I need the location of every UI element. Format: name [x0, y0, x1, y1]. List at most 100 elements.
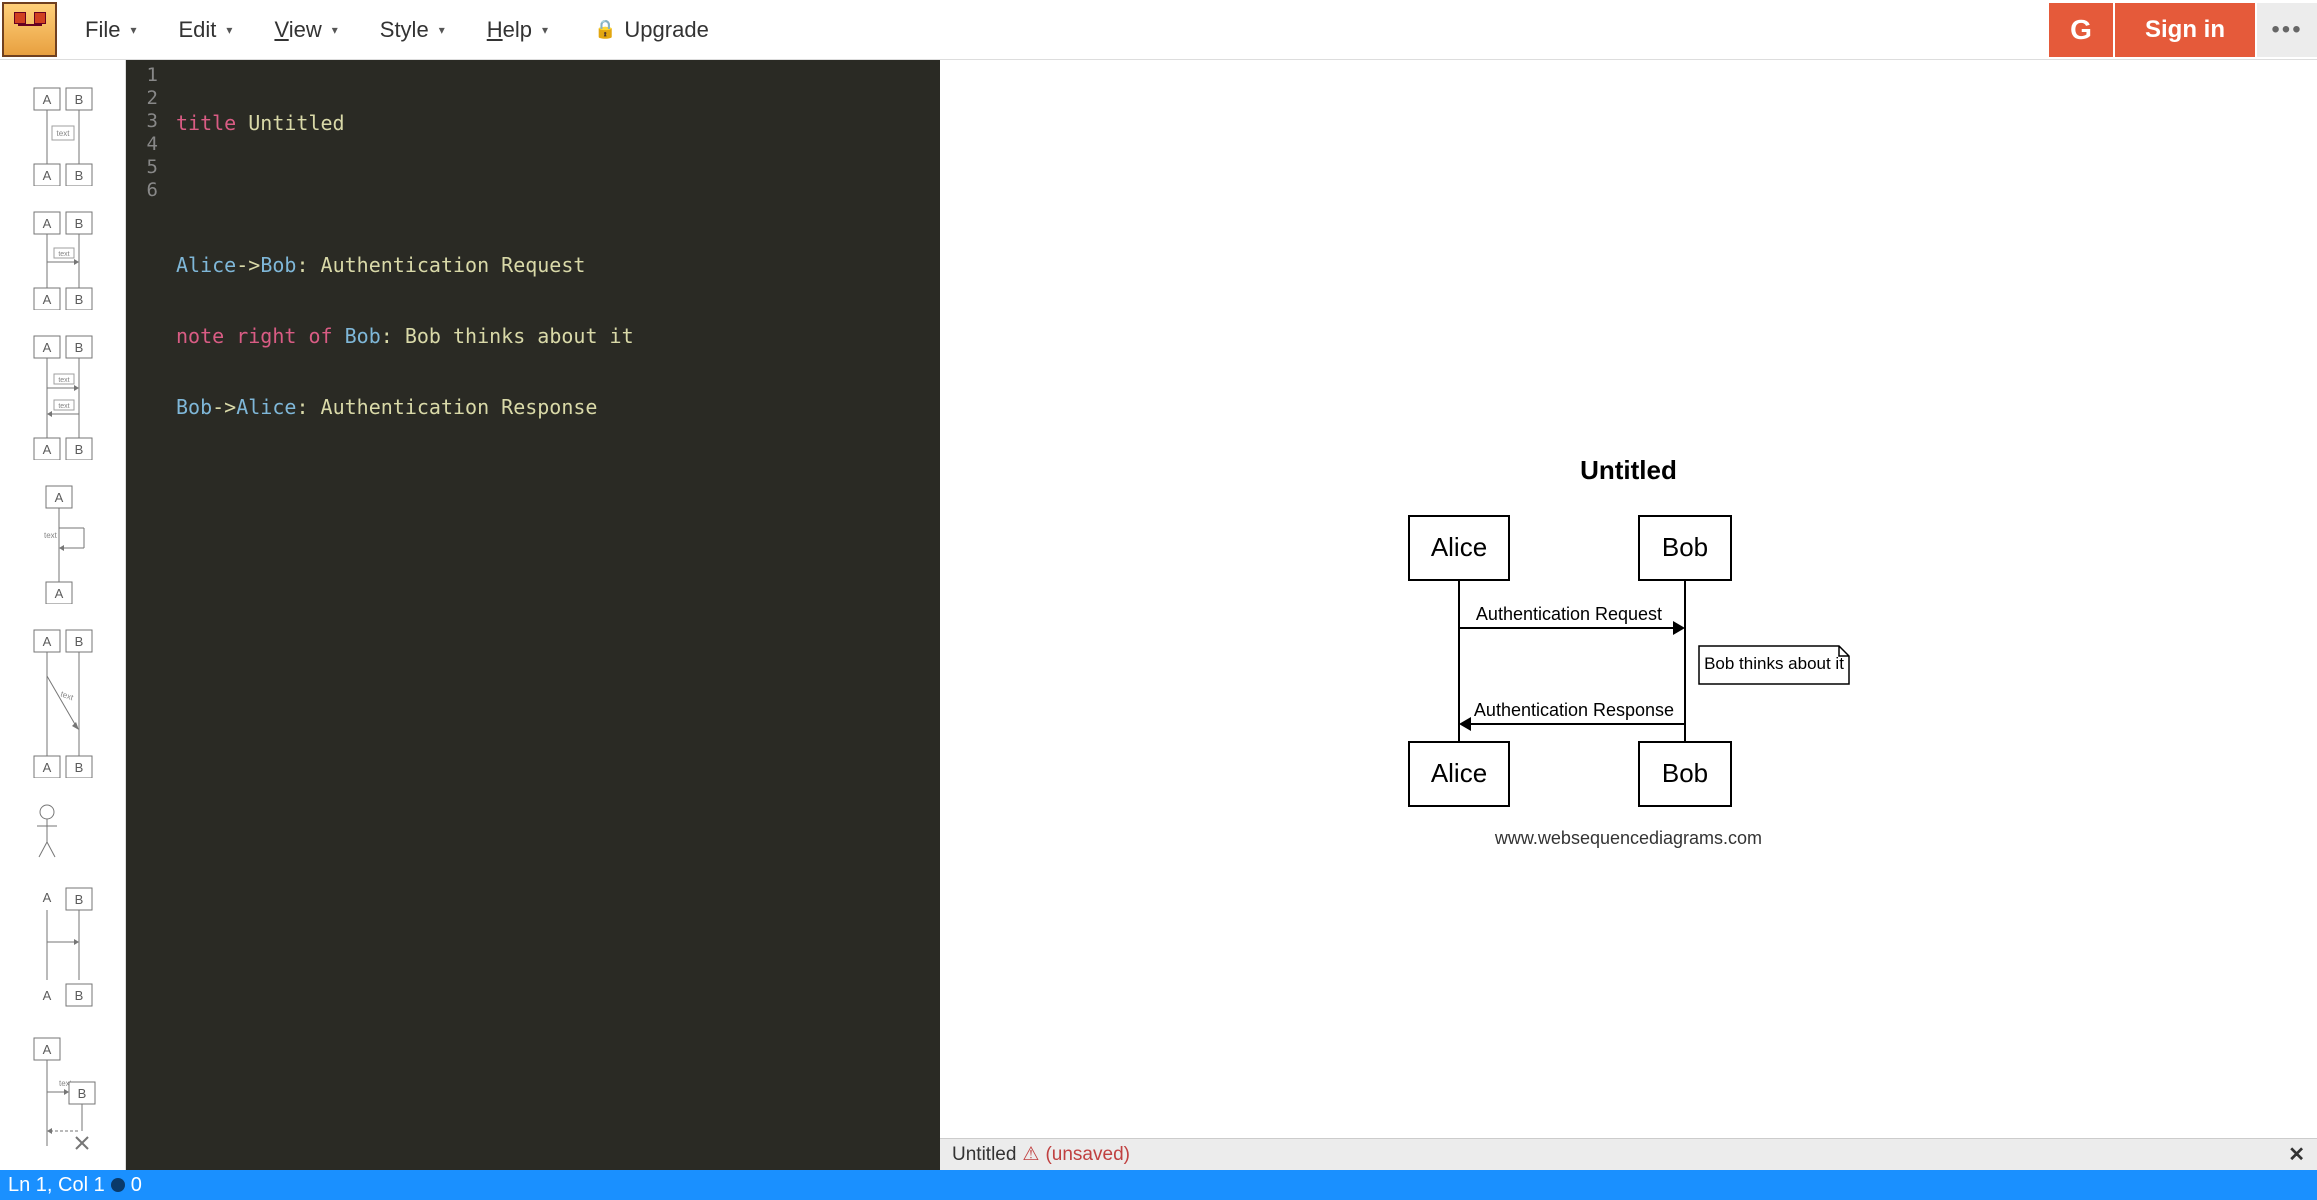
svg-text:A: A [54, 586, 63, 601]
msg2-label: Authentication Response [1473, 700, 1673, 720]
svg-text:A: A [42, 890, 51, 905]
svg-text:B: B [74, 892, 83, 907]
google-signin-button[interactable]: G [2049, 3, 2113, 57]
template-thumb-5[interactable]: A B text A B [24, 628, 102, 778]
code-editor[interactable]: 1 2 3 4 5 6 title Untitled Alice->Bob: A… [126, 60, 940, 1170]
menu-file-label: File [85, 17, 120, 43]
menu-help-label: Help [487, 17, 532, 43]
menubar: File ▾ Edit ▾ View ▾ Style ▾ Help ▾ 🔒 Up… [0, 0, 2317, 60]
svg-text:A: A [42, 988, 51, 1003]
sidebar[interactable]: A B text A B A B text A B [0, 60, 126, 1170]
diagram-footer: www.websequencediagrams.com [1399, 828, 1859, 849]
svg-text:A: A [42, 92, 51, 107]
menu-file[interactable]: File ▾ [79, 13, 142, 47]
svg-text:A: A [42, 1042, 51, 1057]
tok [176, 183, 940, 206]
caret-down-icon: ▾ [542, 23, 548, 37]
svg-text:B: B [74, 634, 83, 649]
caret-down-icon: ▾ [439, 23, 445, 37]
editor-content[interactable]: title Untitled Alice->Bob: Authenticatio… [166, 60, 940, 1170]
tok: Bob [176, 395, 212, 419]
preview-statusbar: Untitled ⚠ (unsaved) ✕ [940, 1138, 2317, 1170]
menu-edit-label: Edit [178, 17, 216, 43]
svg-text:text: text [56, 129, 70, 138]
menu-style[interactable]: Style ▾ [374, 13, 451, 47]
tok: Authentication Request [321, 253, 586, 277]
menu-view-label: View [274, 17, 321, 43]
svg-text:A: A [42, 168, 51, 183]
menu-upgrade-label: Upgrade [624, 17, 708, 43]
diagram-svg: Alice Bob Authentication Request Bob thi… [1399, 506, 1859, 816]
tok: Untitled [236, 111, 344, 135]
svg-text:A: A [42, 216, 51, 231]
diagram-preview[interactable]: Untitled Alice Bob Authentication Reques… [940, 60, 2317, 1170]
tok: -> [212, 395, 236, 419]
svg-text:A: A [42, 760, 51, 775]
tok: : [381, 324, 405, 348]
svg-text:B: B [74, 760, 83, 775]
tok: of [308, 324, 332, 348]
signin-button[interactable]: Sign in [2115, 3, 2255, 57]
tok: Alice [236, 395, 296, 419]
caret-down-icon: ▾ [226, 23, 232, 37]
cursor-position: Ln 1, Col 1 [8, 1174, 105, 1197]
svg-text:A: A [42, 292, 51, 307]
svg-text:B: B [74, 442, 83, 457]
signin-label: Sign in [2145, 16, 2225, 44]
svg-text:text: text [58, 251, 69, 258]
tok: note [176, 324, 224, 348]
menu-view[interactable]: View ▾ [268, 13, 343, 47]
svg-text:text: text [58, 377, 69, 384]
preview-status-title: Untitled [952, 1144, 1016, 1166]
more-button[interactable]: ••• [2257, 3, 2317, 57]
line-number: 3 [126, 110, 166, 133]
menu-help[interactable]: Help ▾ [481, 13, 554, 47]
statusbar: Ln 1, Col 1 0 [0, 1170, 2317, 1200]
svg-text:A: A [42, 340, 51, 355]
app-logo[interactable] [2, 2, 57, 57]
tok: : [296, 253, 320, 277]
close-icon[interactable]: ✕ [2288, 1142, 2305, 1167]
template-thumb-2[interactable]: A B text A B [24, 210, 102, 310]
diagram: Untitled Alice Bob Authentication Reques… [1399, 455, 1859, 845]
svg-text:A: A [54, 490, 63, 505]
actor-b-bottom: Bob [1661, 758, 1707, 788]
svg-text:B: B [74, 988, 83, 1003]
tok: title [176, 111, 236, 135]
note-label: Bob thinks about it [1704, 654, 1844, 673]
main: A B text A B A B text A B [0, 60, 2317, 1170]
template-thumb-4[interactable]: A text A [24, 484, 102, 604]
tok: : [296, 395, 320, 419]
tok: -> [236, 253, 260, 277]
svg-text:B: B [74, 216, 83, 231]
svg-text:B: B [74, 292, 83, 307]
menu-edit[interactable]: Edit ▾ [172, 13, 238, 47]
diagram-title: Untitled [1399, 455, 1859, 486]
template-thumb-1[interactable]: A B text A B [24, 86, 102, 186]
tok: Authentication Response [321, 395, 598, 419]
line-number: 1 [126, 64, 166, 87]
template-thumb-7[interactable]: A text B [24, 1036, 102, 1166]
actor-a-bottom: Alice [1430, 758, 1486, 788]
caret-down-icon: ▾ [332, 23, 338, 37]
editor-gutter: 1 2 3 4 5 6 [126, 60, 166, 1170]
tok: Alice [176, 253, 236, 277]
menu-items: File ▾ Edit ▾ View ▾ Style ▾ Help ▾ 🔒 Up… [79, 13, 709, 47]
line-number: 2 [126, 87, 166, 110]
actor-b-top: Bob [1661, 532, 1707, 562]
template-thumb-6[interactable]: A B A B [24, 802, 102, 1012]
preview-status-unsaved: (unsaved) [1045, 1144, 1130, 1166]
svg-text:A: A [42, 442, 51, 457]
menu-style-label: Style [380, 17, 429, 43]
line-number: 4 [126, 133, 166, 156]
menu-upgrade[interactable]: 🔒 Upgrade [594, 17, 709, 43]
tok [176, 467, 940, 490]
error-icon: ⚠ [1022, 1143, 1039, 1166]
msg1-label: Authentication Request [1475, 604, 1661, 624]
template-thumb-3[interactable]: A B text text A B [24, 334, 102, 460]
lock-icon: 🔒 [594, 19, 616, 40]
tok: Bob [260, 253, 296, 277]
tok: right [236, 324, 296, 348]
svg-text:B: B [74, 92, 83, 107]
caret-down-icon: ▾ [130, 23, 136, 37]
